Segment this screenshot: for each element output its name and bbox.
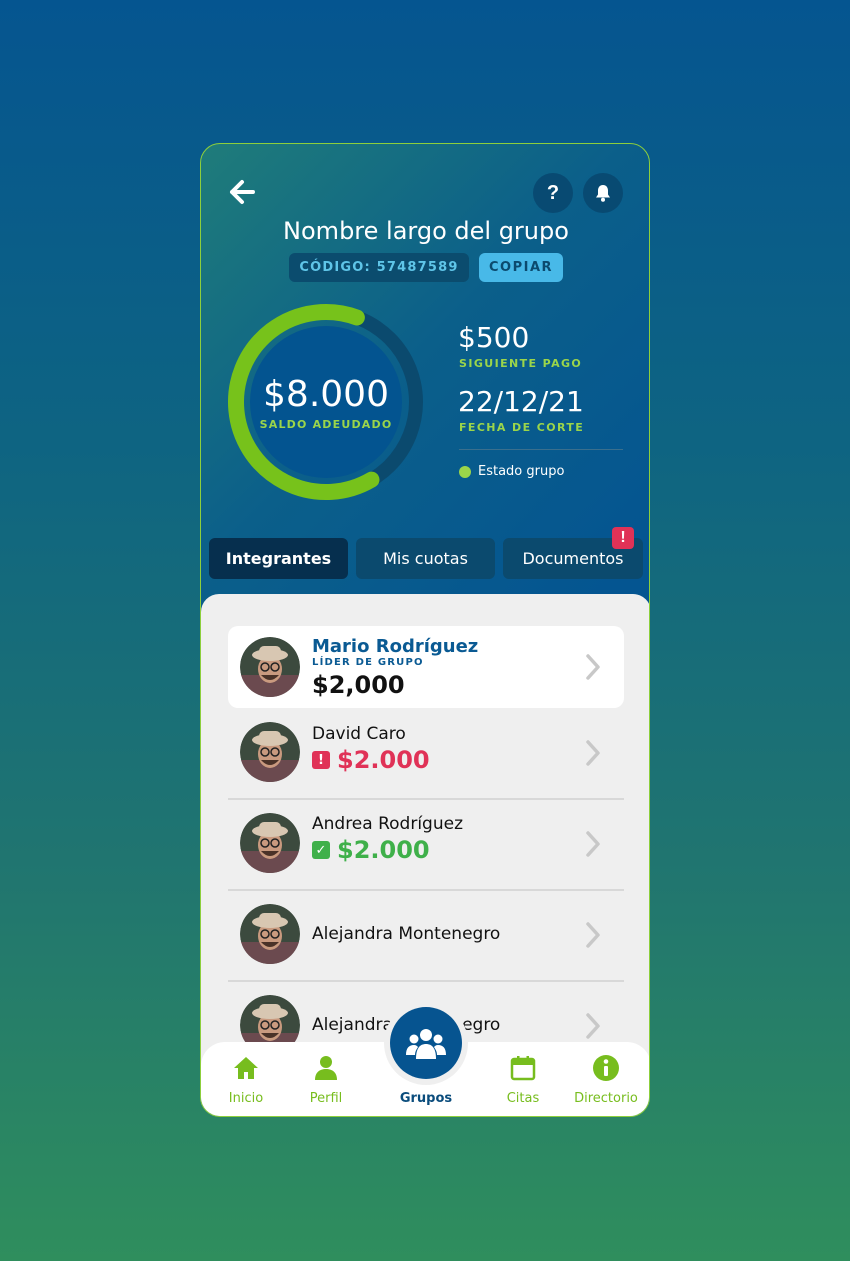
chevron-right-icon xyxy=(586,1013,600,1039)
member-name: David Caro xyxy=(312,724,406,744)
member-role: LÍDER DE GRUPO xyxy=(312,657,424,668)
avatar xyxy=(240,722,300,782)
member-name: Andrea Rodríguez xyxy=(312,814,463,834)
group-code: CÓDIGO: 57487589 xyxy=(289,253,469,282)
alert-icon: ! xyxy=(312,751,330,769)
amount-value: $2.000 xyxy=(337,746,430,774)
nav-label: Perfil xyxy=(309,1091,343,1106)
balance-amount: $8.000 xyxy=(263,374,389,415)
phone-screen: ? Nombre largo del grupo CÓDIGO: 5748758… xyxy=(200,143,650,1117)
member-row[interactable]: Andrea Rodríguez ✓ $2.000 xyxy=(228,800,624,890)
nav-label: Inicio xyxy=(228,1091,264,1106)
calendar-icon xyxy=(510,1056,536,1081)
check-icon: ✓ xyxy=(312,841,330,859)
tab-mis-cuotas[interactable]: Mis cuotas xyxy=(356,538,495,579)
nav-label: Citas xyxy=(506,1091,540,1106)
next-payment-label: SIGUIENTE PAGO xyxy=(459,357,583,370)
member-name: Mario Rodríguez xyxy=(312,636,479,657)
stats-divider xyxy=(459,449,623,450)
grupos-fab xyxy=(390,1007,462,1079)
amount-value: $2.000 xyxy=(337,836,430,864)
nav-label-grupos: Grupos xyxy=(399,1091,453,1106)
nav-item-directorio[interactable]: Directorio xyxy=(561,1042,649,1116)
help-button[interactable]: ? xyxy=(533,173,573,213)
back-button[interactable] xyxy=(223,174,263,210)
avatar xyxy=(240,813,300,873)
nav-item-citas[interactable]: Citas xyxy=(478,1042,568,1116)
member-amount: $2,000 xyxy=(312,671,405,699)
nav-item-inicio[interactable]: Inicio xyxy=(201,1042,291,1116)
member-card-leader[interactable]: Mario Rodríguez LÍDER DE GRUPO $2,000 xyxy=(228,626,624,708)
group-status: Estado grupo xyxy=(459,464,564,479)
member-amount-paid: ✓ $2.000 xyxy=(312,836,430,864)
status-dot-icon xyxy=(459,465,471,478)
status-label: Estado grupo xyxy=(478,464,565,479)
group-icon xyxy=(406,1029,446,1059)
member-row[interactable]: Alejandra Montenegro xyxy=(228,891,624,981)
nav-item-perfil[interactable]: Perfil xyxy=(281,1042,371,1116)
avatar xyxy=(240,637,300,697)
tab-integrantes[interactable]: Integrantes xyxy=(209,538,348,579)
info-icon xyxy=(593,1055,619,1081)
copy-button[interactable]: COPIAR xyxy=(479,253,563,282)
bell-icon xyxy=(596,185,610,202)
avatar xyxy=(240,904,300,964)
chevron-right-icon xyxy=(586,654,600,680)
chevron-right-icon xyxy=(586,922,600,948)
member-row[interactable]: David Caro ! $2.000 xyxy=(228,709,624,799)
chevron-right-icon xyxy=(586,831,600,857)
cutoff-date: 22/12/21 xyxy=(458,385,584,418)
user-icon xyxy=(315,1056,337,1080)
arrow-left-icon xyxy=(230,180,255,204)
balance-label: SALDO ADEUDADO xyxy=(259,418,393,431)
next-payment-amount: $500 xyxy=(458,321,530,354)
home-icon xyxy=(234,1057,258,1079)
group-title: Nombre largo del grupo xyxy=(283,217,569,245)
chevron-right-icon xyxy=(586,740,600,766)
cutoff-label: FECHA DE CORTE xyxy=(459,421,585,434)
nav-item-grupos[interactable] xyxy=(384,1001,468,1085)
member-name: Alejandra Montenegro xyxy=(312,924,501,944)
nav-label: Directorio xyxy=(574,1091,638,1106)
member-amount-overdue: ! $2.000 xyxy=(312,746,430,774)
documents-alert-badge: ! xyxy=(612,527,634,549)
notifications-button[interactable] xyxy=(583,173,623,213)
question-icon: ? xyxy=(546,181,560,204)
